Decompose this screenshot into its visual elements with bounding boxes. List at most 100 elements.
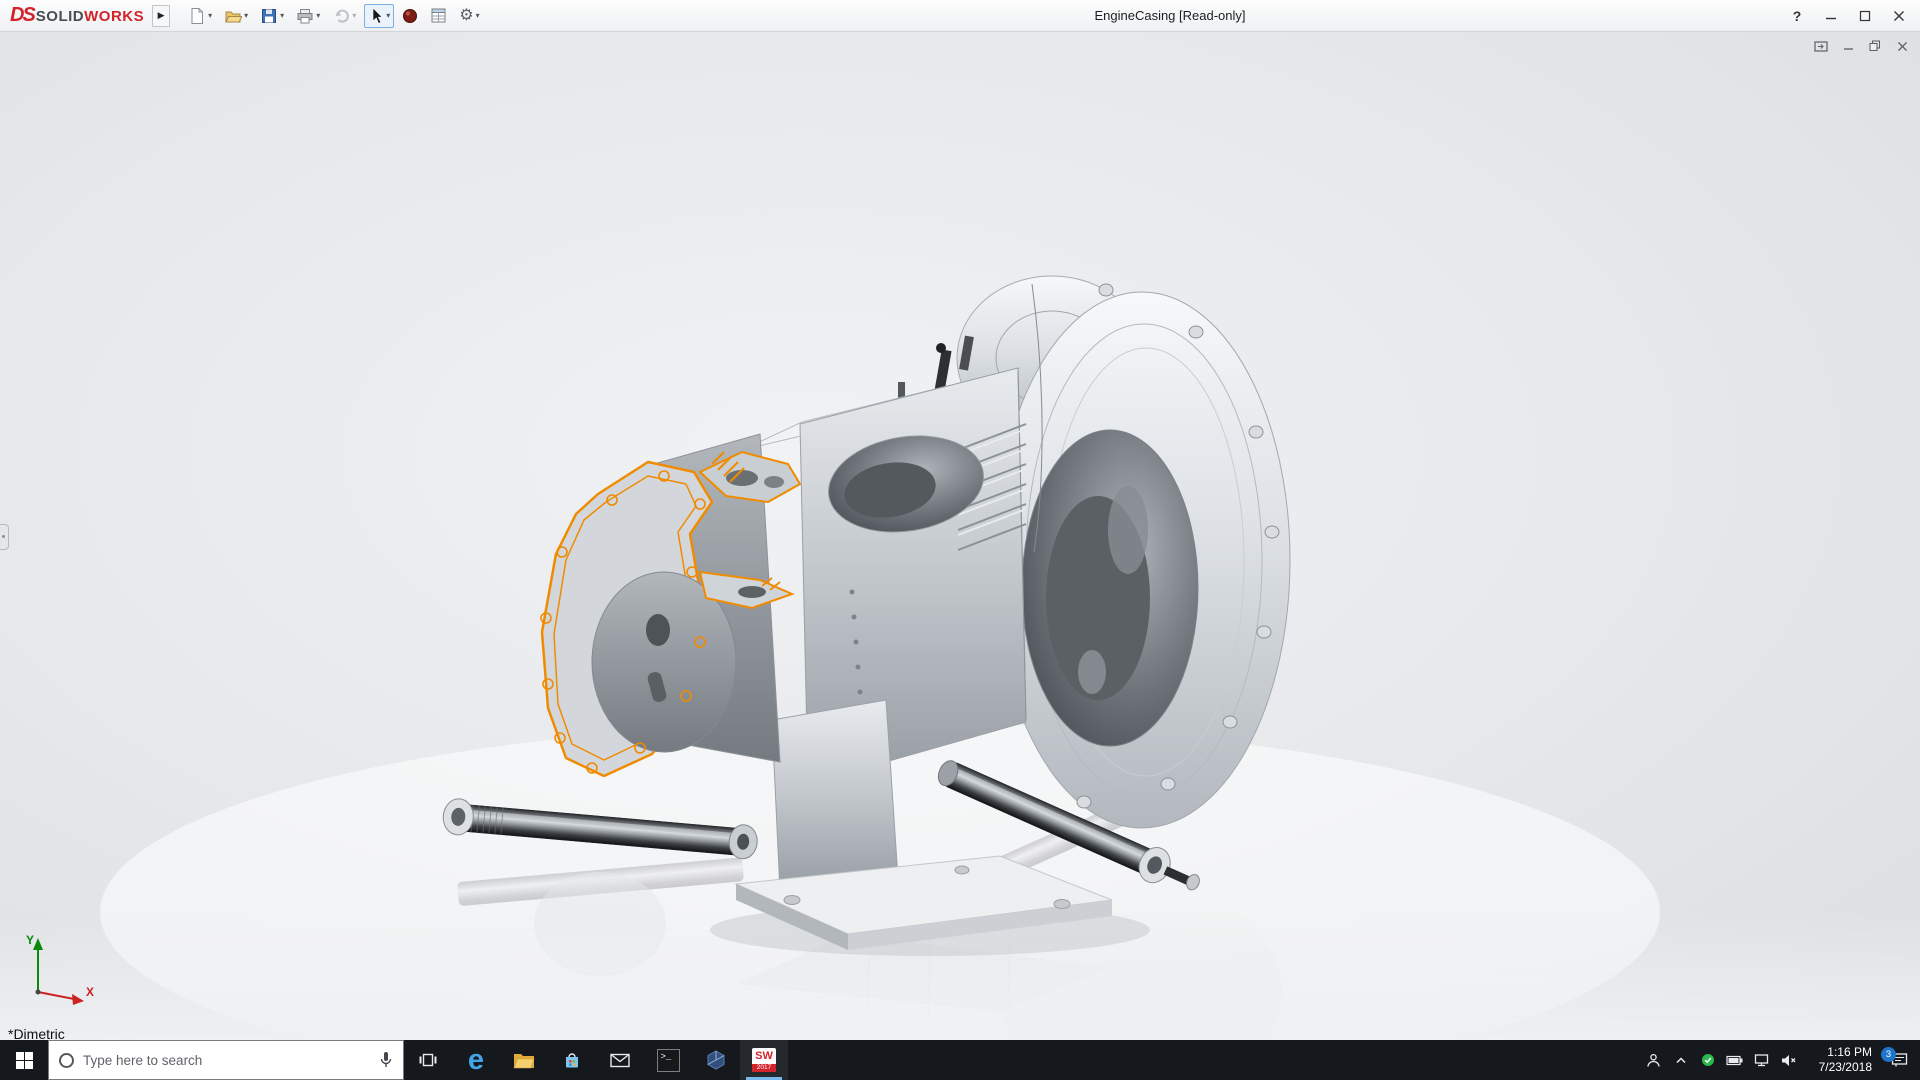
desktop: DS SOLID WORKS ▶ ▾ ▾: [0, 0, 1920, 1080]
undo-icon: [332, 7, 350, 25]
gear-icon: ⚙: [459, 8, 473, 24]
cad-cube-button[interactable]: [692, 1040, 740, 1080]
open-button[interactable]: ▾: [220, 4, 252, 28]
menu-flyout-button[interactable]: ▶: [152, 5, 170, 27]
mail-button[interactable]: [596, 1040, 644, 1080]
taskbar-clock[interactable]: 1:16 PM 7/23/2018: [1802, 1040, 1878, 1080]
graphics-area[interactable]: Y X *Dimetric: [0, 32, 1920, 1040]
chevron-down-icon: ▾: [208, 12, 212, 20]
file-properties-icon: [430, 7, 447, 24]
solidworks-logo: DS SOLID WORKS: [0, 4, 152, 27]
command-prompt-icon: >_: [657, 1049, 680, 1072]
x-axis-arrow: [72, 994, 84, 1005]
brand-works-text: WORKS: [84, 8, 144, 25]
minimize-button[interactable]: [1816, 3, 1846, 29]
standard-toolbar: ▾ ▾ ▾: [184, 4, 483, 28]
command-prompt-button[interactable]: >_: [644, 1040, 692, 1080]
triad-y-label: Y: [26, 933, 34, 947]
mail-icon: [610, 1053, 630, 1068]
tray-overflow-button[interactable]: [1667, 1040, 1694, 1080]
system-tray: 1:16 PM 7/23/2018 3: [1640, 1040, 1920, 1080]
document-window-controls: [1813, 38, 1910, 54]
window-menu-icon: [1814, 40, 1828, 52]
new-document-icon: [188, 7, 206, 25]
save-button[interactable]: ▾: [256, 4, 288, 28]
orientation-triad[interactable]: Y X: [14, 928, 106, 1008]
battery-button[interactable]: [1721, 1040, 1748, 1080]
flyout-arrow-icon: ▶: [158, 10, 165, 21]
task-view-button[interactable]: [404, 1040, 452, 1080]
print-button[interactable]: ▾: [292, 4, 324, 28]
window-controls: ?: [1782, 0, 1914, 32]
windows-logo-icon: [16, 1052, 33, 1069]
chevron-up-icon: [1674, 1054, 1688, 1066]
options-button[interactable]: ⚙ ▾: [455, 4, 483, 28]
microphone-icon[interactable]: [379, 1051, 393, 1069]
new-document-button[interactable]: ▾: [184, 4, 216, 28]
chevron-down-icon: ▾: [244, 12, 248, 20]
help-button[interactable]: ?: [1782, 3, 1812, 29]
y-axis-arrow: [33, 938, 43, 950]
help-icon: ?: [1793, 8, 1802, 24]
chevron-down-icon: ▾: [280, 12, 284, 20]
chevron-down-icon: ▾: [352, 12, 356, 20]
cortana-icon: [59, 1053, 74, 1068]
brand-solid-text: SOLID: [36, 8, 84, 25]
file-explorer-button[interactable]: [500, 1040, 548, 1080]
document-title: EngineCasing [Read-only]: [1040, 0, 1300, 32]
edge-button[interactable]: e: [452, 1040, 500, 1080]
taskbar-search[interactable]: [48, 1040, 404, 1080]
file-properties-button[interactable]: [426, 4, 451, 28]
edge-icon: e: [468, 1046, 484, 1075]
network-icon: [1754, 1053, 1769, 1067]
close-button[interactable]: [1884, 3, 1914, 29]
chevron-down-icon: ▾: [386, 12, 390, 20]
restore-icon: [1869, 40, 1881, 52]
volume-button[interactable]: [1775, 1040, 1802, 1080]
store-icon: [563, 1051, 581, 1069]
titlebar: DS SOLID WORKS ▶ ▾ ▾: [0, 0, 1920, 32]
save-icon: [260, 7, 278, 25]
minimize-icon: [1825, 10, 1837, 22]
print-icon: [296, 7, 314, 25]
taskbar: e >_: [0, 1040, 1920, 1080]
battery-icon: [1726, 1055, 1743, 1066]
file-explorer-icon: [513, 1051, 535, 1069]
model-canvas[interactable]: [0, 32, 1920, 1040]
document-restore-button[interactable]: [1867, 38, 1883, 54]
select-cursor-icon: [368, 7, 384, 25]
close-icon: [1893, 10, 1905, 22]
triad-x-label: X: [86, 985, 94, 999]
chevron-down-icon: ▾: [476, 12, 480, 20]
maximize-icon: [1859, 10, 1871, 22]
document-close-button[interactable]: [1894, 38, 1910, 54]
volume-muted-icon: [1781, 1054, 1797, 1067]
minimize-icon: [1843, 41, 1854, 52]
sw-glyph: SW: [752, 1048, 776, 1064]
cmd-glyph: >_: [661, 1052, 672, 1062]
people-button[interactable]: [1640, 1040, 1667, 1080]
rebuild-button[interactable]: [398, 4, 422, 28]
defender-button[interactable]: [1694, 1040, 1721, 1080]
undo-button[interactable]: ▾: [328, 4, 360, 28]
select-button[interactable]: ▾: [364, 4, 394, 28]
document-window-menu-button[interactable]: [1813, 38, 1829, 54]
ds-logo-mark: DS: [10, 4, 34, 27]
maximize-button[interactable]: [1850, 3, 1880, 29]
solidworks-taskbar-button[interactable]: SW 2017: [740, 1040, 788, 1080]
rebuild-icon: [402, 8, 418, 24]
clock-time: 1:16 PM: [1802, 1045, 1872, 1060]
notification-badge: 3: [1881, 1047, 1896, 1062]
start-button[interactable]: [0, 1040, 48, 1080]
store-button[interactable]: [548, 1040, 596, 1080]
action-center-button[interactable]: 3: [1878, 1040, 1920, 1080]
defender-icon: [1701, 1053, 1715, 1067]
people-icon: [1646, 1053, 1661, 1068]
chevron-down-icon: ▾: [316, 12, 320, 20]
open-icon: [224, 7, 242, 25]
document-minimize-button[interactable]: [1840, 38, 1856, 54]
featuremanager-splitter[interactable]: [0, 524, 9, 550]
close-icon: [1897, 41, 1908, 52]
search-input[interactable]: [83, 1053, 370, 1068]
network-button[interactable]: [1748, 1040, 1775, 1080]
